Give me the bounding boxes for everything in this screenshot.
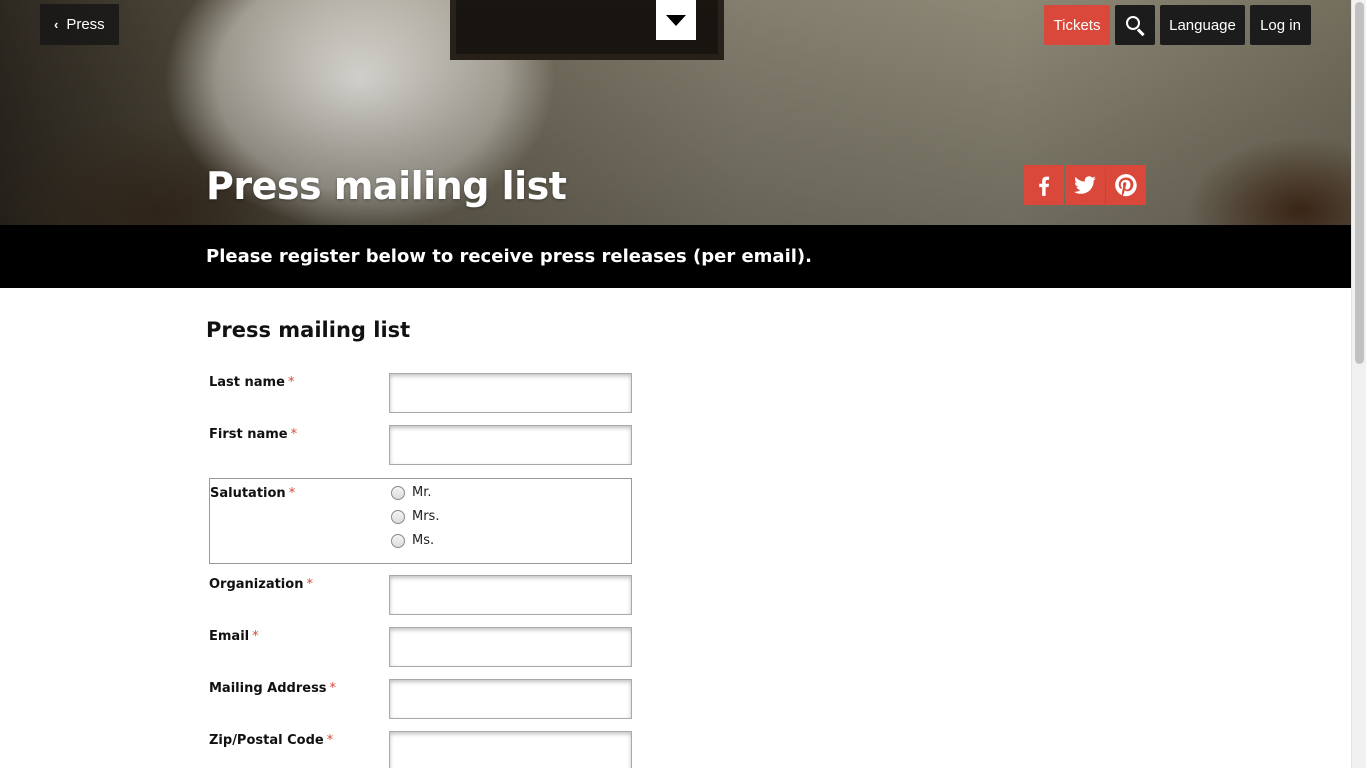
radio-button[interactable] [391, 509, 405, 524]
page-scrollbar[interactable] [1351, 0, 1366, 768]
radio-button[interactable] [391, 533, 405, 548]
email-input[interactable] [389, 627, 632, 667]
back-link-label: Press [66, 16, 105, 33]
last-name-label: Last name * [209, 375, 295, 390]
first-name-input[interactable] [389, 425, 632, 465]
hero-banner: ‹ Press Tickets Language Log in Press ma… [0, 0, 1351, 225]
first-name-label: First name * [209, 427, 298, 442]
salutation-option-ms[interactable]: Ms. [391, 533, 434, 548]
facebook-icon [1039, 176, 1050, 196]
email-label: Email * [209, 629, 259, 644]
organization-label: Organization * [209, 577, 313, 592]
pinterest-icon [1115, 174, 1137, 197]
search-icon [1125, 15, 1145, 37]
radio-button[interactable] [391, 485, 405, 500]
mailing-address-label: Mailing Address * [209, 681, 337, 696]
twitter-share-button[interactable] [1065, 165, 1105, 205]
menu-toggle-button[interactable] [656, 0, 696, 40]
zip-input[interactable] [389, 731, 632, 768]
tickets-button[interactable]: Tickets [1044, 5, 1110, 45]
caret-down-icon [666, 14, 686, 26]
salutation-option-mrs[interactable]: Mrs. [391, 509, 439, 524]
intro-text: Please register below to receive press r… [206, 246, 812, 267]
chevron-left-icon: ‹ [54, 17, 59, 32]
scrollbar-thumb[interactable] [1355, 2, 1364, 364]
search-button[interactable] [1115, 5, 1155, 45]
twitter-icon [1074, 176, 1096, 194]
zip-label: Zip/Postal Code * [209, 733, 334, 748]
language-button[interactable]: Language [1160, 5, 1245, 45]
organization-input[interactable] [389, 575, 632, 615]
mailing-address-input[interactable] [389, 679, 632, 719]
form-title: Press mailing list [206, 318, 411, 342]
salutation-label: Salutation * [210, 486, 296, 501]
last-name-input[interactable] [389, 373, 632, 413]
salutation-fieldset: Salutation * Mr. Mrs. Ms. [209, 478, 632, 564]
pinterest-share-button[interactable] [1106, 165, 1146, 205]
salutation-option-mr[interactable]: Mr. [391, 485, 432, 500]
page-title: Press mailing list [206, 164, 567, 208]
facebook-share-button[interactable] [1024, 165, 1064, 205]
login-button[interactable]: Log in [1250, 5, 1311, 45]
intro-band: Please register below to receive press r… [0, 225, 1351, 288]
back-to-press-link[interactable]: ‹ Press [40, 4, 119, 45]
